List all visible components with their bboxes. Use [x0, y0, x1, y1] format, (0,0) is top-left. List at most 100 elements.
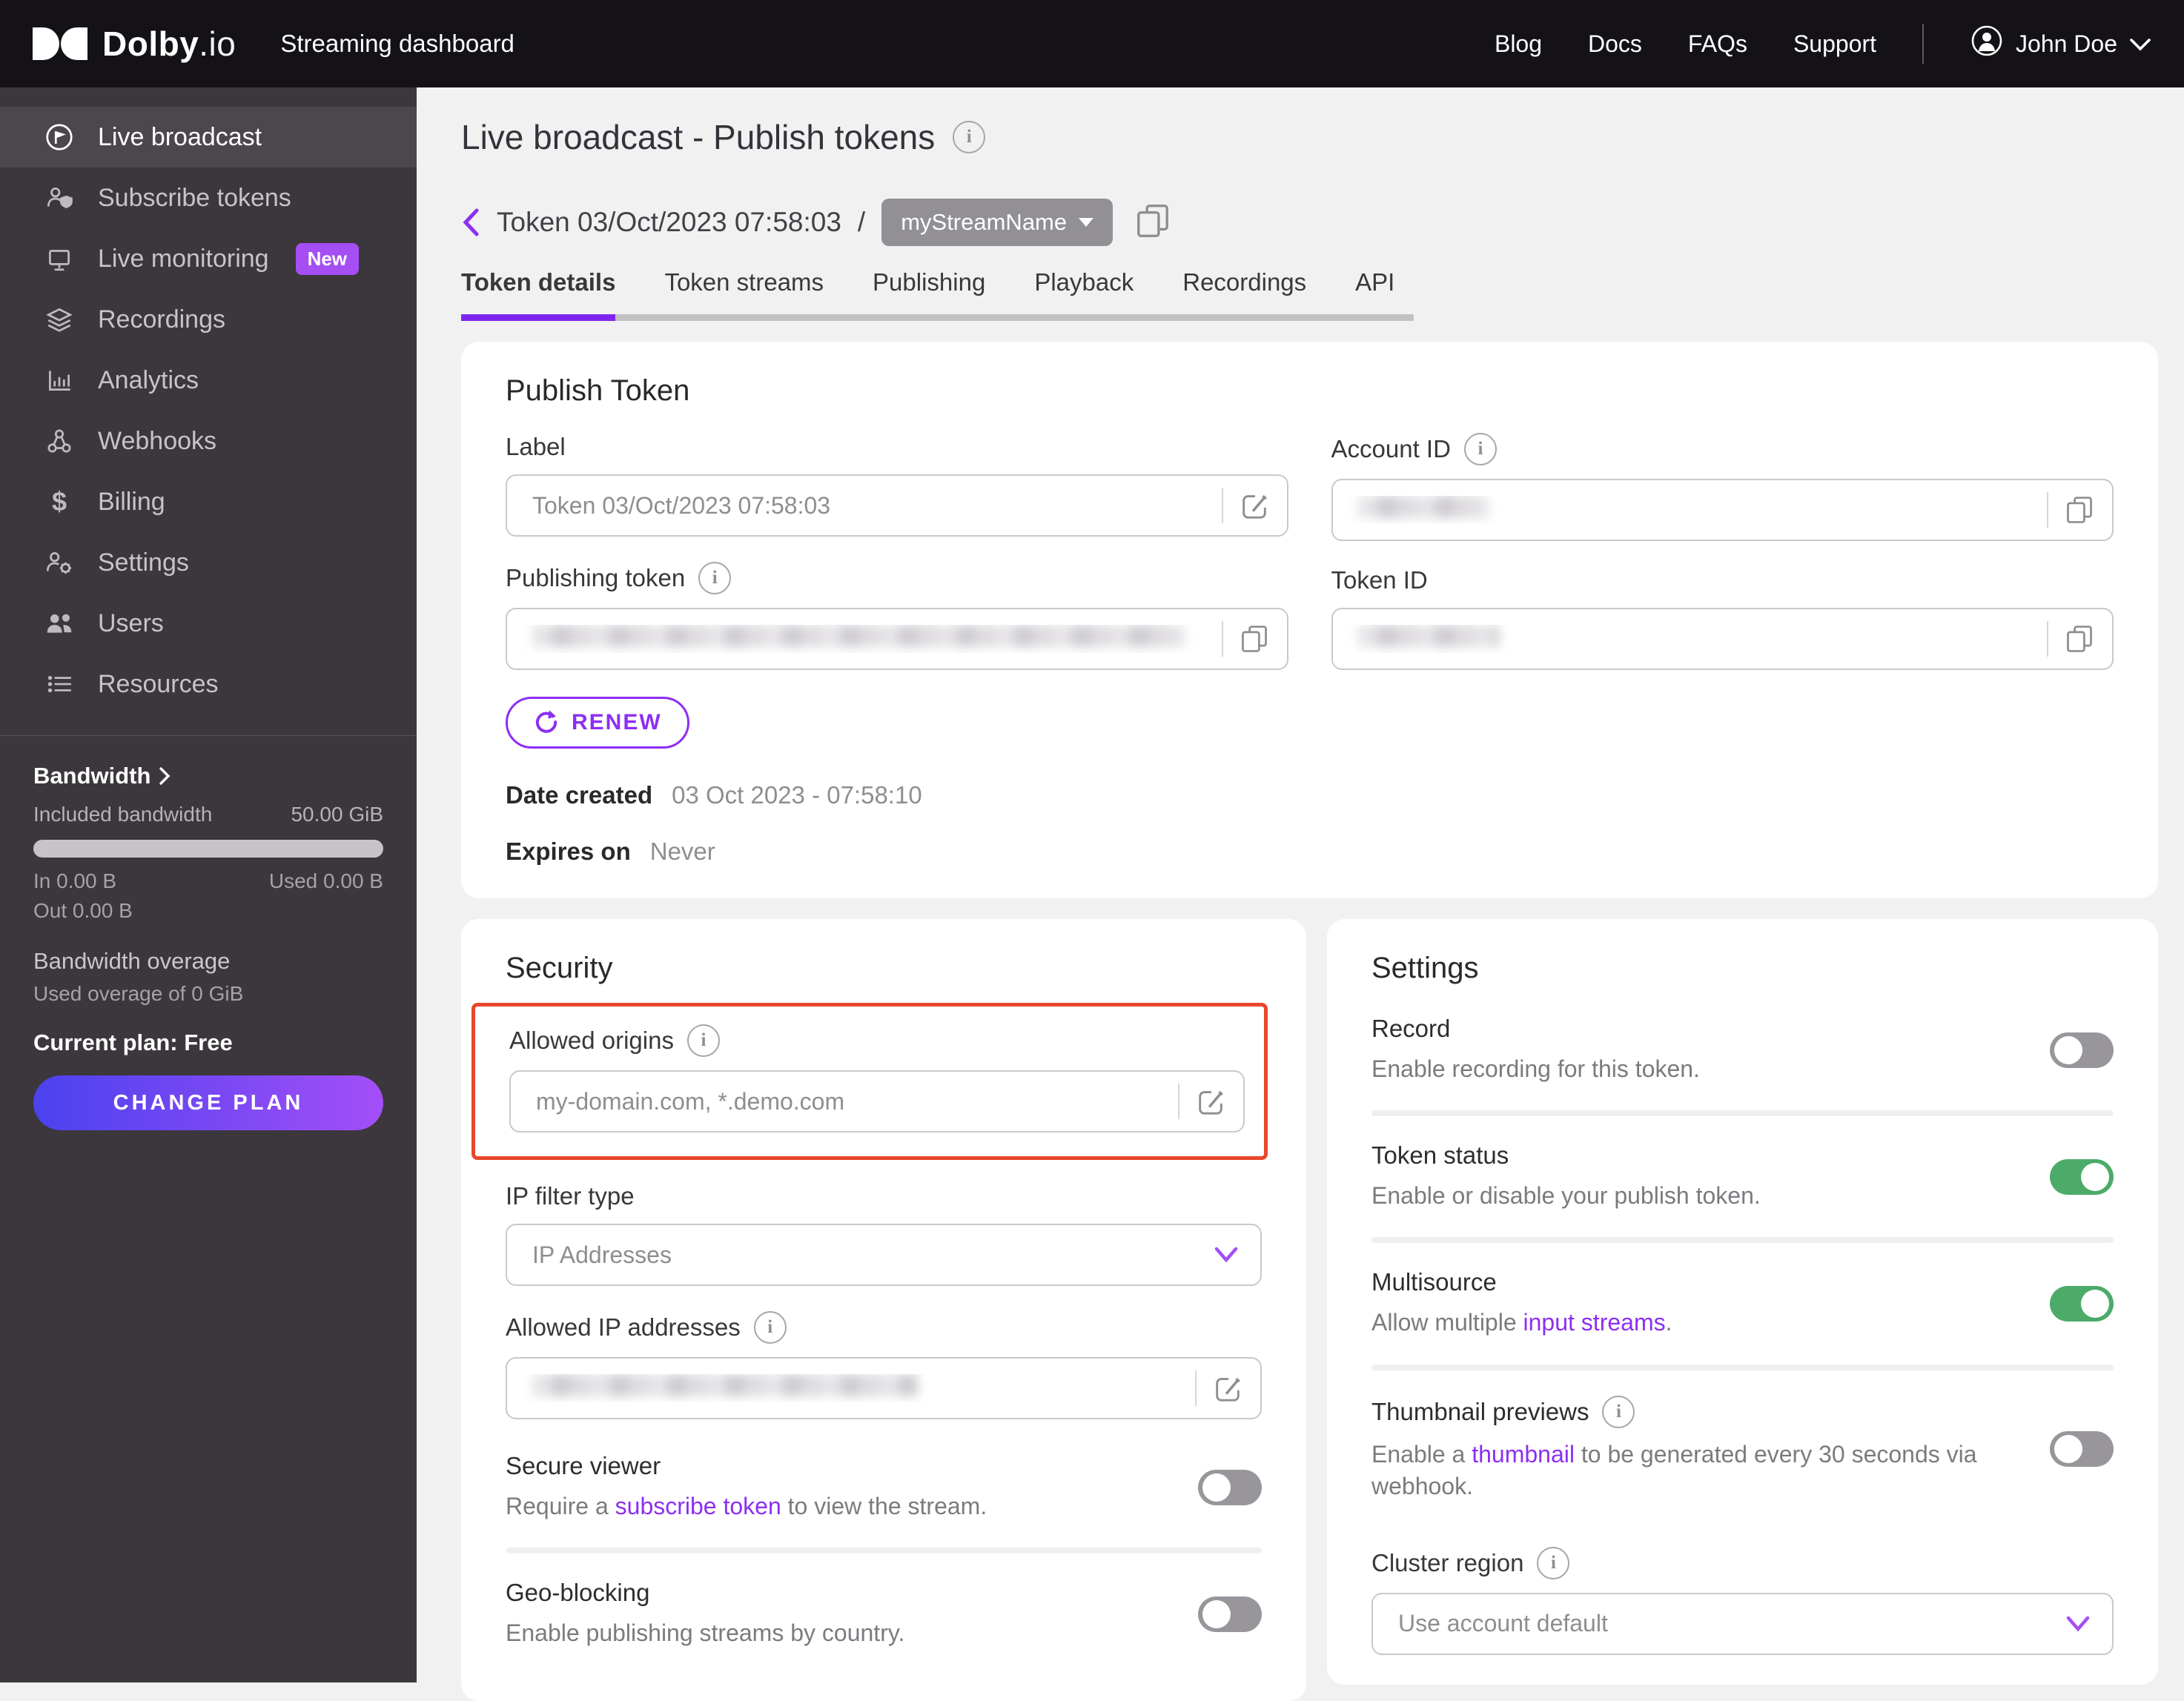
publishing-token-input[interactable] — [506, 608, 1288, 670]
token-id-input[interactable] — [1331, 608, 2114, 670]
sidebar-item-settings[interactable]: Settings — [0, 532, 417, 593]
tab-bar: Token details Token streams Publishing P… — [461, 268, 1414, 321]
secure-viewer-toggle[interactable] — [1198, 1469, 1262, 1505]
allowed-ip-info-icon[interactable]: i — [753, 1311, 787, 1344]
allowed-ip-value-redacted — [507, 1374, 1195, 1402]
thumbnail-previews-row: Thumbnail previews i Enable a thumbnail … — [1371, 1370, 2114, 1528]
input-streams-link[interactable]: input streams — [1523, 1309, 1666, 1336]
nav-link-faqs[interactable]: FAQs — [1688, 30, 1747, 58]
thumbnail-info-icon[interactable]: i — [1602, 1395, 1635, 1428]
stream-name-pill[interactable]: myStreamName — [881, 199, 1113, 246]
sidebar-item-label: Analytics — [98, 365, 199, 394]
account-id-label: Account ID — [1331, 435, 1451, 462]
allowed-origins-input[interactable]: my-domain.com, *.demo.com — [509, 1070, 1245, 1133]
edit-allowed-origins-icon[interactable] — [1178, 1072, 1243, 1131]
cluster-region-info-icon[interactable]: i — [1537, 1546, 1570, 1579]
copy-stream-name-icon[interactable] — [1134, 202, 1172, 244]
caret-down-icon — [1079, 218, 1094, 227]
geo-blocking-toggle[interactable] — [1198, 1596, 1262, 1632]
label-field: Label Token 03/Oct/2023 07:58:03 — [506, 433, 1288, 537]
bandwidth-title[interactable]: Bandwidth — [33, 763, 383, 789]
analytics-icon — [43, 364, 76, 397]
token-status-toggle[interactable] — [2050, 1158, 2114, 1195]
edit-label-icon[interactable] — [1221, 476, 1287, 535]
record-desc: Enable recording for this token. — [1371, 1055, 1700, 1082]
tab-playback[interactable]: Playback — [1034, 268, 1134, 314]
sidebar-item-webhooks[interactable]: Webhooks — [0, 411, 417, 471]
ip-filter-select[interactable]: IP Addresses — [506, 1224, 1262, 1286]
sidebar-item-resources[interactable]: Resources — [0, 654, 417, 714]
change-plan-button[interactable]: CHANGE PLAN — [33, 1075, 383, 1130]
sidebar-item-subscribe-tokens[interactable]: Subscribe tokens — [0, 168, 417, 228]
subscribe-token-link[interactable]: subscribe token — [615, 1493, 781, 1519]
date-created-label: Date created — [506, 781, 653, 809]
multisource-desc: Allow multiple input streams. — [1371, 1309, 1672, 1336]
thumbnail-previews-toggle[interactable] — [2050, 1430, 2114, 1467]
renew-button[interactable]: RENEW — [506, 697, 689, 749]
current-plan: Current plan: Free — [33, 1029, 233, 1055]
edit-allowed-ip-icon[interactable] — [1195, 1359, 1260, 1418]
secure-viewer-desc: Require a subscribe token to view the st… — [506, 1493, 987, 1519]
sidebar-item-label: Subscribe tokens — [98, 183, 291, 212]
nav-link-docs[interactable]: Docs — [1588, 30, 1642, 58]
webhooks-icon — [43, 425, 76, 457]
tab-token-streams[interactable]: Token streams — [664, 268, 824, 314]
token-status-title: Token status — [1371, 1141, 1509, 1170]
sidebar-item-users[interactable]: Users — [0, 593, 417, 654]
billing-icon: $ — [51, 486, 67, 517]
chevron-left-icon[interactable] — [461, 208, 480, 237]
allowed-origins-placeholder: my-domain.com, *.demo.com — [536, 1087, 845, 1115]
label-value: Token 03/Oct/2023 07:58:03 — [532, 491, 831, 519]
multisource-toggle[interactable] — [2050, 1285, 2114, 1322]
included-bandwidth-label: Included bandwidth — [33, 803, 213, 826]
nav-link-blog[interactable]: Blog — [1495, 30, 1542, 58]
tab-publishing[interactable]: Publishing — [873, 268, 985, 314]
sidebar-item-live-monitoring[interactable]: Live monitoring New — [0, 228, 417, 289]
publishing-token-info-icon[interactable]: i — [698, 562, 732, 594]
recordings-icon — [43, 303, 76, 336]
sidebar-item-label: Recordings — [98, 305, 225, 334]
copy-account-id-icon[interactable] — [2047, 480, 2112, 540]
account-id-input[interactable] — [1331, 479, 2114, 541]
page-title: Live broadcast - Publish tokens — [461, 118, 936, 156]
product-name: Streaming dashboard — [280, 30, 514, 57]
user-menu[interactable]: John Doe — [1970, 24, 2151, 64]
tab-token-details[interactable]: Token details — [461, 268, 616, 321]
page-title-info-icon[interactable]: i — [953, 121, 986, 153]
bandwidth-overage-desc: Used overage of 0 GiB — [33, 982, 244, 1005]
cluster-region-label: Cluster region — [1371, 1548, 1524, 1576]
sidebar-item-label: Live monitoring — [98, 244, 269, 273]
label-input[interactable]: Token 03/Oct/2023 07:58:03 — [506, 474, 1288, 537]
sidebar-item-live-broadcast[interactable]: Live broadcast — [0, 107, 417, 168]
sidebar-item-recordings[interactable]: Recordings — [0, 289, 417, 350]
allowed-origins-info-icon[interactable]: i — [686, 1024, 720, 1057]
nav-link-support[interactable]: Support — [1793, 30, 1876, 58]
dolby-logo-icon — [33, 27, 87, 60]
account-id-value-redacted — [1333, 496, 2048, 524]
cluster-region-select[interactable]: Use account default — [1371, 1592, 2114, 1655]
token-status-desc: Enable or disable your publish token. — [1371, 1182, 1761, 1210]
toggle-knob — [2054, 1035, 2082, 1064]
publish-token-card: Publish Token Label Token 03/Oct/2023 07… — [461, 342, 2158, 898]
top-bar: Dolby.io Streaming dashboard Blog Docs F… — [0, 0, 2184, 87]
row-divider — [506, 1548, 1262, 1554]
sidebar-item-analytics[interactable]: Analytics — [0, 350, 417, 411]
copy-publishing-token-icon[interactable] — [1221, 609, 1287, 669]
copy-token-id-icon[interactable] — [2047, 609, 2112, 669]
record-toggle[interactable] — [2050, 1032, 2114, 1068]
allowed-ip-input[interactable] — [506, 1357, 1262, 1419]
allowed-origins-label: Allowed origins — [509, 1027, 674, 1054]
tab-api[interactable]: API — [1355, 268, 1394, 314]
resources-icon — [43, 668, 76, 700]
dolby-brand[interactable]: Dolby.io — [33, 24, 236, 64]
sidebar-item-billing[interactable]: $ Billing — [0, 471, 417, 532]
settings-heading: Settings — [1371, 952, 1479, 984]
bandwidth-overage-title: Bandwidth overage — [33, 948, 231, 974]
sidebar-item-label: Settings — [98, 548, 189, 577]
thumbnail-link[interactable]: thumbnail — [1472, 1441, 1575, 1468]
sidebar: Live broadcast Subscribe tokens Live mon… — [0, 87, 417, 1682]
account-id-info-icon[interactable]: i — [1463, 433, 1497, 465]
secure-viewer-row: Secure viewer Require a subscribe token … — [506, 1419, 1262, 1548]
tab-recordings[interactable]: Recordings — [1182, 268, 1306, 314]
breadcrumb-token-label[interactable]: Token 03/Oct/2023 07:58:03 — [497, 207, 841, 238]
